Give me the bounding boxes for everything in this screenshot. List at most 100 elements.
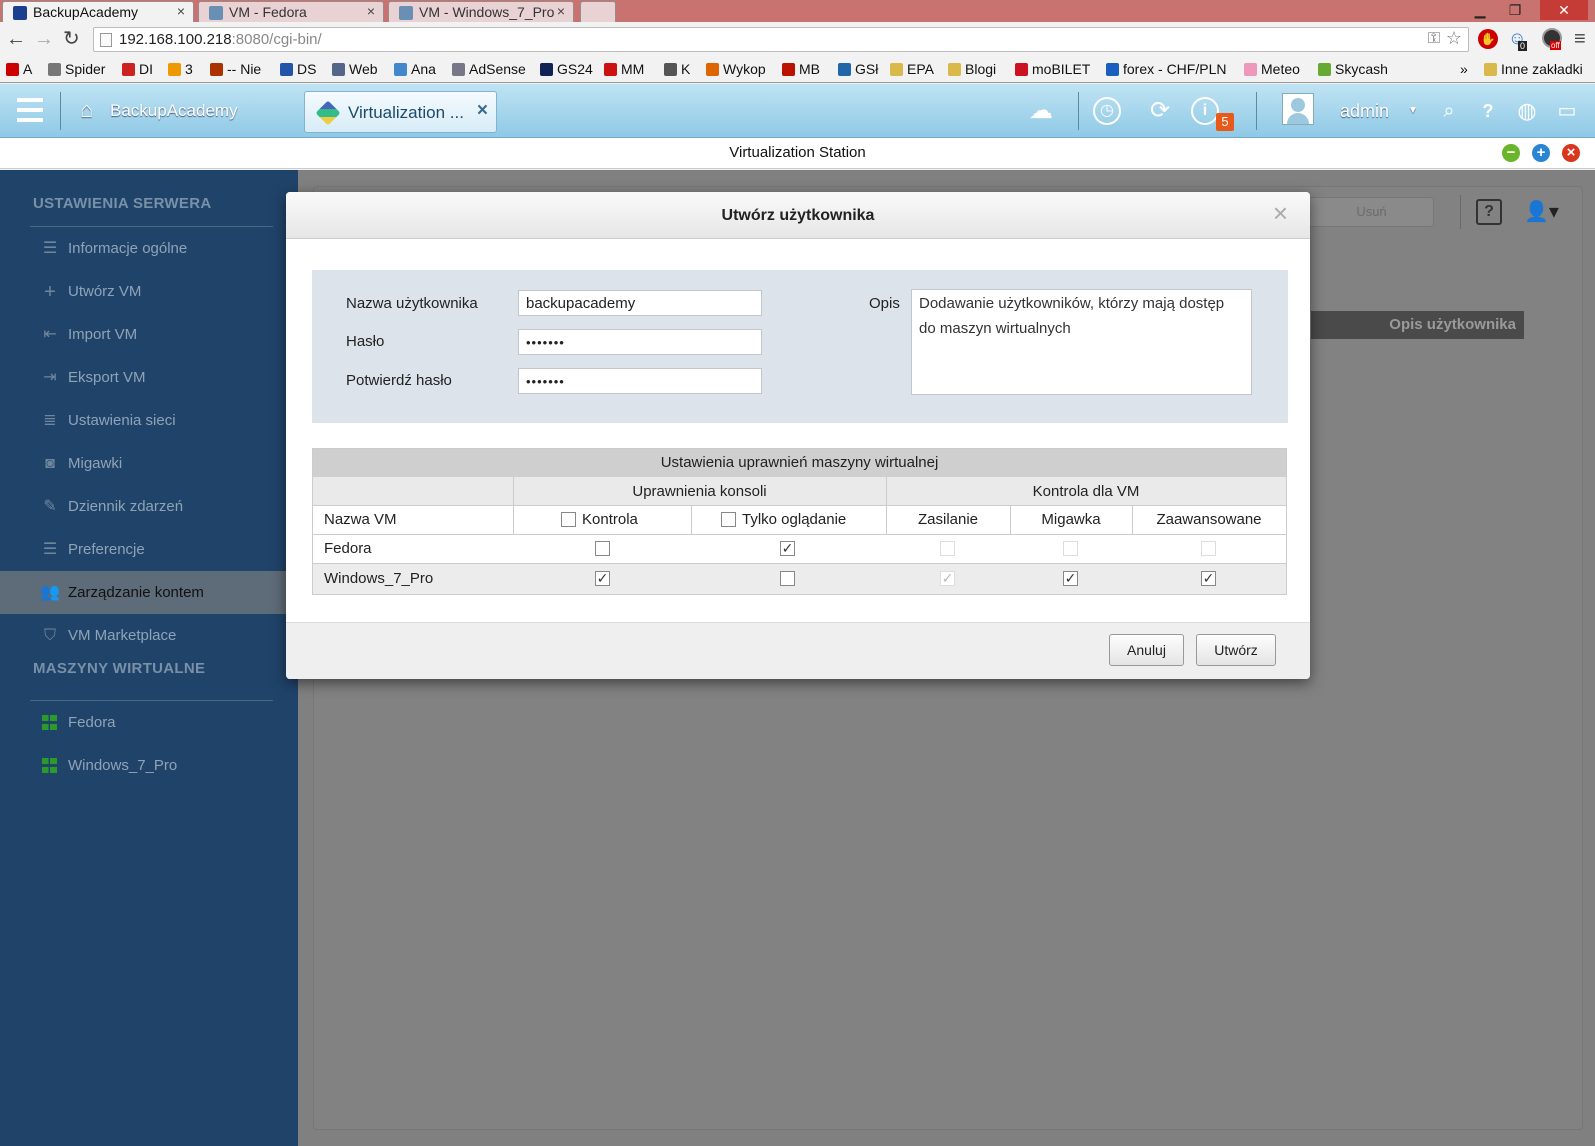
browser-tab[interactable]: BackupAcademy × — [2, 1, 194, 22]
new-tab-button[interactable] — [580, 1, 616, 22]
main-menu-button[interactable] — [0, 84, 58, 138]
control-checkbox[interactable] — [595, 541, 610, 556]
close-app-icon[interactable]: × — [1562, 144, 1580, 162]
url-bar[interactable]: 192.168.100.218:8080/cgi-bin/ ⚿ ☆ — [93, 27, 1469, 52]
bookmark-item[interactable]: DS — [280, 61, 316, 77]
description-field[interactable]: Dodawanie użytkowników, którzy mają dost… — [911, 289, 1252, 395]
sidebar-item-account-management[interactable]: 👥 Zarządzanie kontem — [0, 571, 298, 614]
bookmark-item[interactable]: Spider — [48, 61, 105, 77]
help-icon[interactable]: ? — [1471, 94, 1505, 128]
bookmark-item[interactable]: Web — [332, 61, 378, 77]
bookmark-item[interactable]: Blogi — [948, 61, 996, 77]
sidebar-item-vm-windows[interactable]: Windows_7_Pro — [0, 744, 298, 787]
password-field[interactable]: ••••••• — [518, 329, 762, 355]
extension-badge: 0 — [1518, 41, 1528, 51]
app-title: Virtualization Station — [729, 144, 866, 161]
minimize-app-icon[interactable]: − — [1502, 144, 1520, 162]
bookmark-item[interactable]: GS24 — [540, 61, 593, 77]
table-title: Ustawienia uprawnień maszyny wirtualnej — [660, 454, 939, 471]
app-header: ⌂ BackupAcademy Virtualization ... × ☁ ◷… — [0, 84, 1595, 138]
bookmark-item[interactable]: MM — [604, 61, 644, 77]
other-bookmarks-folder[interactable]: Inne zakładki — [1484, 61, 1583, 77]
bookmark-item[interactable]: -- Nie — [210, 61, 261, 77]
menu-icon[interactable]: ≡ — [1574, 28, 1586, 51]
globe-icon[interactable]: ◍ — [1510, 94, 1544, 128]
restore-window-icon[interactable]: ❐ — [1500, 0, 1530, 20]
bookmarks-overflow-button[interactable]: » — [1460, 61, 1468, 77]
bookmark-item[interactable]: 3 — [168, 61, 193, 77]
bookmark-item[interactable]: EPA — [890, 61, 934, 77]
sidebar-item-marketplace[interactable]: ⛉ VM Marketplace — [0, 614, 298, 657]
view-only-checkbox[interactable] — [780, 571, 795, 586]
monitor-icon[interactable]: ▭ — [1550, 94, 1584, 128]
bookmark-label: Skycash — [1335, 61, 1388, 77]
bookmark-item[interactable]: Ana — [394, 61, 436, 77]
user-menu-button[interactable]: admin ▼ — [1338, 92, 1430, 128]
close-icon[interactable]: × — [1273, 192, 1288, 234]
create-button[interactable]: Utwórz — [1196, 634, 1276, 666]
sidebar-item-vm-fedora[interactable]: Fedora — [0, 701, 298, 744]
browser-tab[interactable]: VM - Fedora × — [198, 1, 384, 22]
search-icon[interactable]: ⌕ — [1432, 94, 1466, 128]
reload-icon[interactable]: ↻ — [63, 29, 80, 49]
forward-icon[interactable]: → — [34, 29, 54, 49]
maximize-app-icon[interactable]: + — [1532, 144, 1550, 162]
info-icon[interactable]: i — [1191, 97, 1219, 125]
sync-icon[interactable]: ⟳ — [1143, 94, 1177, 128]
select-all-view-checkbox[interactable] — [721, 512, 736, 527]
bookmark-item[interactable]: MB — [782, 61, 820, 77]
key-icon[interactable]: ⚿ — [1428, 30, 1440, 48]
sidebar-item-network[interactable]: ≣ Ustawienia sieci — [0, 399, 298, 442]
camera-icon: ◙ — [45, 455, 55, 472]
browser-tab[interactable]: VM - Windows_7_Pro × — [388, 1, 574, 22]
help-icon[interactable]: ? — [1476, 199, 1502, 225]
cloud-icon[interactable]: ☁ — [1024, 94, 1058, 128]
select-all-control-checkbox[interactable] — [561, 512, 576, 527]
bookmark-item[interactable]: K — [664, 61, 690, 77]
bookmark-item[interactable]: moBILET — [1015, 61, 1090, 77]
bookmark-item[interactable]: forex - CHF/PLN — [1106, 61, 1226, 77]
sidebar-item-import-vm[interactable]: ⇤ Import VM — [0, 313, 298, 356]
home-button[interactable]: ⌂ BackupAcademy — [70, 92, 270, 130]
app-tab-virtualization[interactable]: Virtualization ... × — [304, 91, 497, 133]
bookmark-item[interactable]: AdSense — [452, 61, 526, 77]
confirm-password-field[interactable]: ••••••• — [518, 368, 762, 394]
adblock-icon[interactable]: ✋ — [1478, 29, 1498, 49]
avatar[interactable] — [1282, 93, 1314, 125]
bookmark-item[interactable]: Meteo — [1244, 61, 1300, 77]
power-checkbox — [940, 541, 955, 556]
delete-button[interactable]: Usuń — [1309, 197, 1434, 227]
sidebar-item-create-vm[interactable]: + Utwórz VM — [0, 270, 298, 313]
close-app-tab-icon[interactable]: × — [477, 100, 488, 122]
close-window-icon[interactable]: ✕ — [1540, 0, 1588, 20]
bookmark-favicon-icon — [452, 63, 465, 76]
sidebar-item-general-info[interactable]: ☰ Informacje ogólne — [0, 227, 298, 270]
sidebar-item-event-log[interactable]: ✎ Dziennik zdarzeń — [0, 485, 298, 528]
snapshot-checkbox[interactable]: ✓ — [1063, 571, 1078, 586]
view-only-checkbox[interactable]: ✓ — [780, 541, 795, 556]
user-menu-icon[interactable]: 👤▾ — [1524, 199, 1559, 224]
username-field[interactable]: backupacademy — [518, 290, 762, 316]
sidebar-item-export-vm[interactable]: ⇥ Eksport VM — [0, 356, 298, 399]
back-icon[interactable]: ← — [6, 29, 26, 49]
bookmark-label: Wykop — [723, 61, 766, 77]
advanced-checkbox[interactable]: ✓ — [1201, 571, 1216, 586]
sidebar-item-snapshots[interactable]: ◙ Migawki — [0, 442, 298, 485]
sidebar-item-preferences[interactable]: ☰ Preferencje — [0, 528, 298, 571]
bookmark-item[interactable]: Wykop — [706, 61, 766, 77]
bookmark-item[interactable]: GSł — [838, 61, 878, 77]
close-tab-icon[interactable]: × — [177, 3, 185, 19]
close-tab-icon[interactable]: × — [557, 3, 565, 19]
sidebar-item-label: Windows_7_Pro — [68, 757, 178, 774]
bookmark-item[interactable]: A — [6, 61, 32, 77]
minimize-window-icon[interactable]: ▁ — [1465, 0, 1495, 20]
bookmark-item[interactable]: Skycash — [1318, 61, 1388, 77]
close-tab-icon[interactable]: × — [367, 3, 375, 19]
control-checkbox[interactable]: ✓ — [595, 571, 610, 586]
cancel-button[interactable]: Anuluj — [1109, 634, 1184, 666]
column-control-header[interactable]: Kontrola — [513, 505, 691, 534]
bookmark-item[interactable]: DI — [122, 61, 153, 77]
column-view-header[interactable]: Tylko oglądanie — [691, 505, 886, 534]
bookmark-star-icon[interactable]: ☆ — [1446, 28, 1462, 49]
clock-icon[interactable]: ◷ — [1093, 97, 1121, 125]
